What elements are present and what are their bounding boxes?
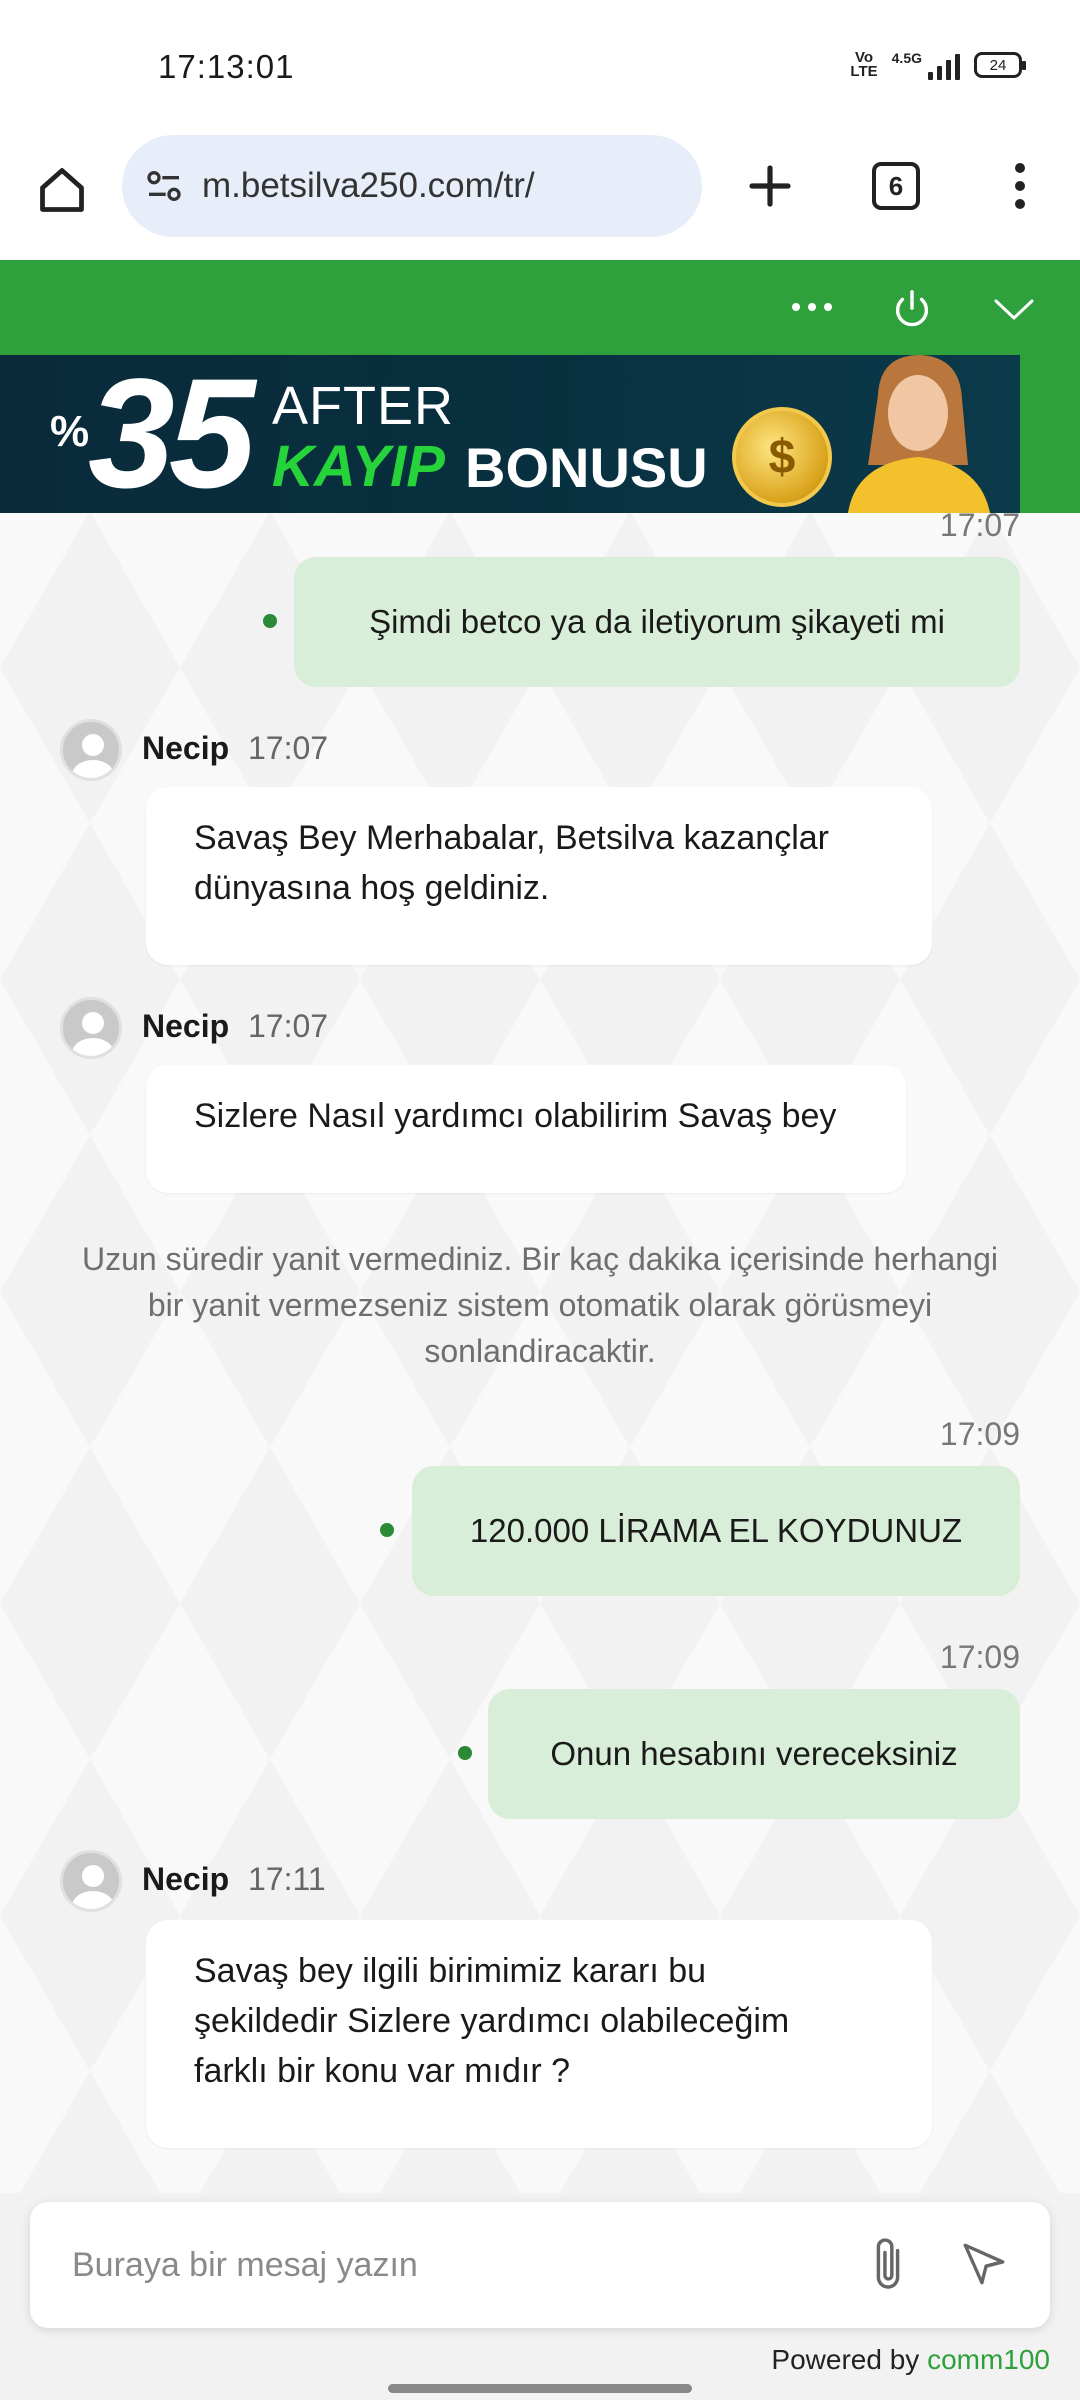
chat-header — [0, 260, 1080, 355]
message-composer — [30, 2202, 1050, 2328]
outgoing-message: 120.000 LİRAMA EL KOYDUNUZ — [412, 1466, 1020, 1596]
incoming-message: Savaş Bey Merhabalar, Betsilva kazançlar… — [146, 787, 932, 965]
agent-avatar — [60, 997, 122, 1059]
message-time: 17:07 — [248, 730, 329, 766]
notice-line: sonlandiracaktir. — [424, 1333, 656, 1369]
paperclip-icon — [876, 2238, 900, 2289]
site-settings-icon[interactable] — [142, 164, 186, 208]
battery-icon: 24 — [974, 52, 1026, 78]
agent-name: Necip — [142, 1861, 230, 1897]
header-green-strip — [1020, 355, 1080, 513]
message-delivered-dot — [380, 1523, 394, 1537]
message-time: 17:09 — [939, 1416, 1020, 1452]
url-text[interactable]: m.betsilva250.com/tr/ — [202, 166, 535, 206]
new-tab-button[interactable] — [736, 152, 804, 220]
model-image — [848, 355, 990, 513]
send-button[interactable] — [952, 2232, 1016, 2296]
more-vertical-icon — [1015, 163, 1025, 209]
banner-percent-sign: % — [50, 407, 90, 456]
system-notice: Uzun süredir yanit vermediniz. Bir kaç d… — [60, 1236, 1020, 1374]
agent-name: Necip — [142, 1008, 230, 1044]
message-text-line: farklı bir konu var mıdır ? — [194, 2052, 571, 2090]
powered-by-label: Powered by — [771, 2344, 928, 2375]
powered-by-brand-link[interactable]: comm100 — [927, 2344, 1050, 2375]
banner-number: 35 — [88, 355, 256, 513]
minimize-chat-button[interactable] — [986, 282, 1042, 338]
message-text: Şimdi betco ya da iletiyorum şikayeti mi — [369, 603, 945, 640]
message-text: 120.000 LİRAMA EL KOYDUNUZ — [469, 1512, 963, 1549]
message-time: 17:09 — [939, 1639, 1020, 1675]
notice-line: bir yanit vermezseniz sistem otomatik ol… — [147, 1287, 933, 1323]
message-text-line: Savaş bey ilgili birimimiz kararı bu — [194, 1952, 707, 1990]
home-button[interactable] — [28, 156, 96, 224]
agent-avatar — [60, 719, 122, 781]
message-input[interactable] — [72, 2202, 832, 2328]
network-type-label: 4.5G — [891, 50, 922, 66]
power-icon — [895, 290, 929, 327]
status-bar: 17:13:01 Vo LTE 4.5G 24 — [0, 0, 1080, 130]
message-text: Onun hesabını vereceksiniz — [550, 1735, 958, 1772]
status-icons: Vo LTE 4.5G 24 — [850, 49, 1026, 80]
message-text-line: Sizlere Nasıl yardımcı olabilirim Savaş … — [194, 1097, 837, 1135]
volte-icon: Vo LTE — [850, 49, 878, 80]
address-bar[interactable]: m.betsilva250.com/tr/ — [122, 135, 702, 237]
send-icon — [963, 2243, 1005, 2285]
battery-level: 24 — [989, 56, 1007, 74]
message-delivered-dot — [263, 614, 277, 628]
message-time: 17:11 — [248, 1861, 326, 1897]
outgoing-message: Şimdi betco ya da iletiyorum şikayeti mi — [294, 557, 1020, 687]
tab-switcher-button[interactable]: 6 — [872, 162, 920, 210]
browser-toolbar: m.betsilva250.com/tr/ 6 — [0, 130, 1080, 260]
home-icon — [40, 168, 84, 212]
chevron-down-icon — [994, 299, 1034, 320]
message-delivered-dot — [458, 1746, 472, 1760]
notice-line: Uzun süredir yanit vermediniz. Bir kaç d… — [82, 1241, 998, 1277]
incoming-message: Savaş bey ilgili birimimiz kararı bu şek… — [146, 1920, 932, 2148]
chat-options-button[interactable] — [782, 282, 842, 332]
banner-kayip-text: KAYIP — [272, 434, 445, 499]
agent-name: Necip — [142, 730, 230, 766]
navigation-gesture-bar[interactable] — [388, 2384, 692, 2393]
message-text-line: şekildedir Sizlere yardımcı olabileceğim — [194, 2002, 790, 2040]
plus-icon — [749, 165, 791, 207]
incoming-message: Sizlere Nasıl yardımcı olabilirim Savaş … — [146, 1065, 906, 1193]
message-time: 17:07 — [939, 507, 1020, 543]
browser-menu-button[interactable] — [996, 152, 1044, 220]
attach-file-button[interactable] — [856, 2232, 920, 2296]
powered-by: Powered by comm100 — [771, 2344, 1050, 2376]
agent-avatar — [60, 1850, 122, 1912]
status-time: 17:13:01 — [158, 48, 295, 85]
end-chat-button[interactable] — [884, 282, 940, 338]
banner-bonus-text: BONUSU — [465, 436, 708, 499]
more-horizontal-icon — [792, 303, 832, 311]
message-time: 17:07 — [248, 1008, 329, 1044]
signal-icon — [928, 50, 960, 80]
outgoing-message: Onun hesabını vereceksiniz — [488, 1689, 1020, 1819]
promo-banner[interactable]: % 35 AFTER KAYIP BONUSU $ — [0, 355, 1020, 513]
message-text-line: Savaş Bey Merhabalar, Betsilva kazançlar — [194, 819, 829, 857]
message-text-line: dünyasına hoş geldiniz. — [194, 869, 550, 907]
banner-after-text: AFTER — [272, 376, 455, 436]
